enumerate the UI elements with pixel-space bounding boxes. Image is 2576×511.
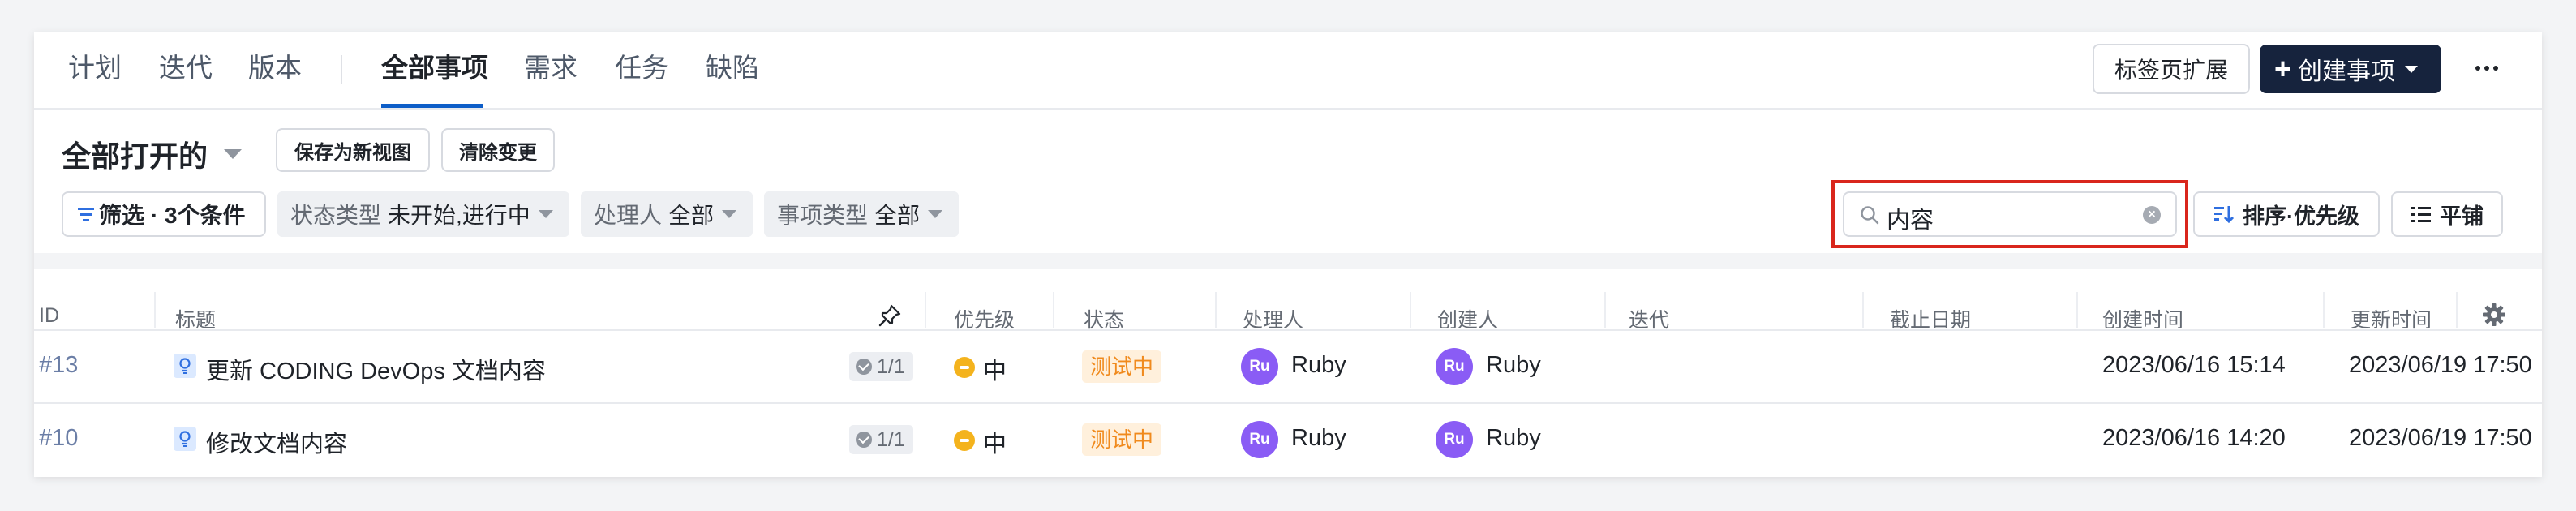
assignee-avatar: Ru — [1241, 348, 1278, 385]
status-badge[interactable]: 测试中 — [1082, 423, 1162, 456]
issue-type-filter-key: 事项类型 — [777, 203, 869, 228]
layout-toggle-button[interactable]: 平铺 — [2391, 191, 2503, 237]
gear-icon[interactable] — [2482, 303, 2506, 327]
search-input[interactable]: 内容 — [1887, 201, 1934, 235]
column-separator — [1604, 292, 1606, 328]
requirement-icon — [174, 354, 196, 378]
priority-value: 中 — [983, 432, 1007, 457]
priority-medium-icon — [954, 430, 975, 451]
more-icon[interactable] — [2471, 54, 2503, 83]
clear-search-icon[interactable]: × — [2143, 206, 2161, 224]
tab-all-issues[interactable]: 全部事项 — [381, 32, 488, 109]
caret-down-icon — [722, 210, 737, 218]
search-field[interactable]: 内容 × — [1843, 191, 2177, 237]
assignee-name[interactable]: Ruby — [1291, 425, 1346, 452]
caret-down-icon — [928, 210, 943, 218]
clear-changes-label: 清除变更 — [459, 141, 537, 164]
priority-value: 中 — [983, 359, 1007, 384]
sort-button[interactable]: 排序·优先级 — [2193, 191, 2380, 237]
tab-tasks[interactable]: 任务 — [615, 32, 668, 109]
tab-extension-button[interactable]: 标签页扩展 — [2093, 44, 2250, 94]
create-issue-label: 创建事项 — [2298, 58, 2396, 85]
tab-divider — [341, 55, 342, 84]
column-separator — [2456, 292, 2458, 328]
subtask-badge: 1/1 — [849, 425, 913, 454]
created-at-value: 2023/06/16 14:20 — [2102, 425, 2286, 451]
table-row[interactable]: #13 更新 CODING DevOps 文档内容 1/1 中 测试中 Ru R… — [34, 331, 2542, 402]
created-at-value: 2023/06/16 15:14 — [2102, 352, 2286, 378]
toolbar-table-gap — [34, 253, 2542, 269]
table-row[interactable]: #10 修改文档内容 1/1 中 测试中 Ru Ruby Ru Ruby 202… — [34, 404, 2542, 475]
assignee-filter-chip[interactable]: 处理人 全部 — [581, 191, 753, 237]
caret-down-icon — [538, 210, 553, 218]
view-title: 全部打开的 — [62, 140, 208, 173]
status-filter-key: 状态类型 — [290, 203, 382, 228]
requirement-icon — [174, 427, 196, 451]
tab-requirements[interactable]: 需求 — [524, 32, 577, 109]
creator-avatar: Ru — [1436, 348, 1473, 385]
column-separator — [925, 292, 926, 328]
updated-at-value: 2023/06/19 17:50 — [2349, 352, 2532, 378]
updated-at-value: 2023/06/19 17:50 — [2349, 425, 2532, 451]
status-filter-value: 未开始,进行中 — [388, 203, 530, 228]
layout-label: 平铺 — [2440, 204, 2484, 229]
status-filter-chip[interactable]: 状态类型 未开始,进行中 — [277, 191, 569, 237]
creator-name: Ruby — [1486, 352, 1541, 378]
filter-label: 筛选 · 3个条件 — [99, 203, 246, 228]
tab-extension-label: 标签页扩展 — [2114, 58, 2228, 83]
column-separator — [1862, 292, 1864, 328]
list-icon — [2411, 207, 2431, 222]
tab-iteration[interactable]: 迭代 — [159, 32, 213, 109]
sort-label: 排序·优先级 — [2243, 204, 2359, 229]
column-separator — [1215, 292, 1217, 328]
tab-defects[interactable]: 缺陷 — [706, 32, 759, 109]
issue-title[interactable]: 更新 CODING DevOps 文档内容 — [206, 352, 546, 386]
save-as-view-button[interactable]: 保存为新视图 — [276, 128, 430, 172]
plus-icon: + — [2274, 52, 2292, 85]
column-separator — [2323, 292, 2325, 328]
tabs-divider — [34, 108, 2542, 110]
view-selector[interactable]: 全部打开的 — [62, 128, 243, 180]
column-separator — [2076, 292, 2078, 328]
issue-type-filter-value: 全部 — [874, 203, 921, 228]
column-separator — [1410, 292, 1411, 328]
assignee-avatar: Ru — [1241, 421, 1278, 458]
subtask-progress-icon — [856, 359, 872, 375]
column-id[interactable]: ID — [39, 304, 59, 328]
assignee-filter-key: 处理人 — [594, 203, 663, 228]
clear-changes-button[interactable]: 清除变更 — [441, 128, 555, 172]
column-separator — [154, 292, 156, 328]
search-icon — [1861, 206, 1879, 225]
status-badge[interactable]: 测试中 — [1082, 350, 1162, 383]
column-separator — [1053, 292, 1054, 328]
subtask-count: 1/1 — [877, 427, 905, 451]
issue-id[interactable]: #10 — [39, 425, 78, 452]
filter-button[interactable]: 筛选 · 3个条件 — [62, 191, 266, 237]
subtask-count: 1/1 — [877, 354, 905, 378]
creator-avatar: Ru — [1436, 421, 1473, 458]
chevron-down-icon — [2405, 65, 2419, 73]
subtask-badge: 1/1 — [849, 352, 913, 381]
search-highlight-box: 内容 × — [1831, 180, 2188, 248]
tab-version[interactable]: 版本 — [248, 32, 302, 109]
filter-icon — [78, 207, 94, 221]
pin-icon[interactable] — [878, 303, 902, 328]
caret-down-icon — [224, 149, 243, 159]
save-as-view-label: 保存为新视图 — [294, 141, 411, 164]
creator-name: Ruby — [1486, 425, 1541, 451]
issues-panel: 计划 迭代 版本 全部事项 需求 任务 缺陷 标签页扩展 + 创建事项 全部打开… — [34, 32, 2542, 477]
subtask-progress-icon — [856, 432, 872, 448]
issue-title[interactable]: 修改文档内容 — [206, 425, 347, 459]
create-issue-button[interactable]: + 创建事项 — [2260, 45, 2441, 93]
issue-id[interactable]: #13 — [39, 352, 78, 379]
tab-plan[interactable]: 计划 — [68, 32, 122, 109]
priority-medium-icon — [954, 357, 975, 378]
assignee-name[interactable]: Ruby — [1291, 352, 1346, 379]
assignee-filter-value: 全部 — [668, 203, 715, 228]
issue-type-filter-chip[interactable]: 事项类型 全部 — [764, 191, 959, 237]
sort-icon — [2214, 206, 2235, 224]
